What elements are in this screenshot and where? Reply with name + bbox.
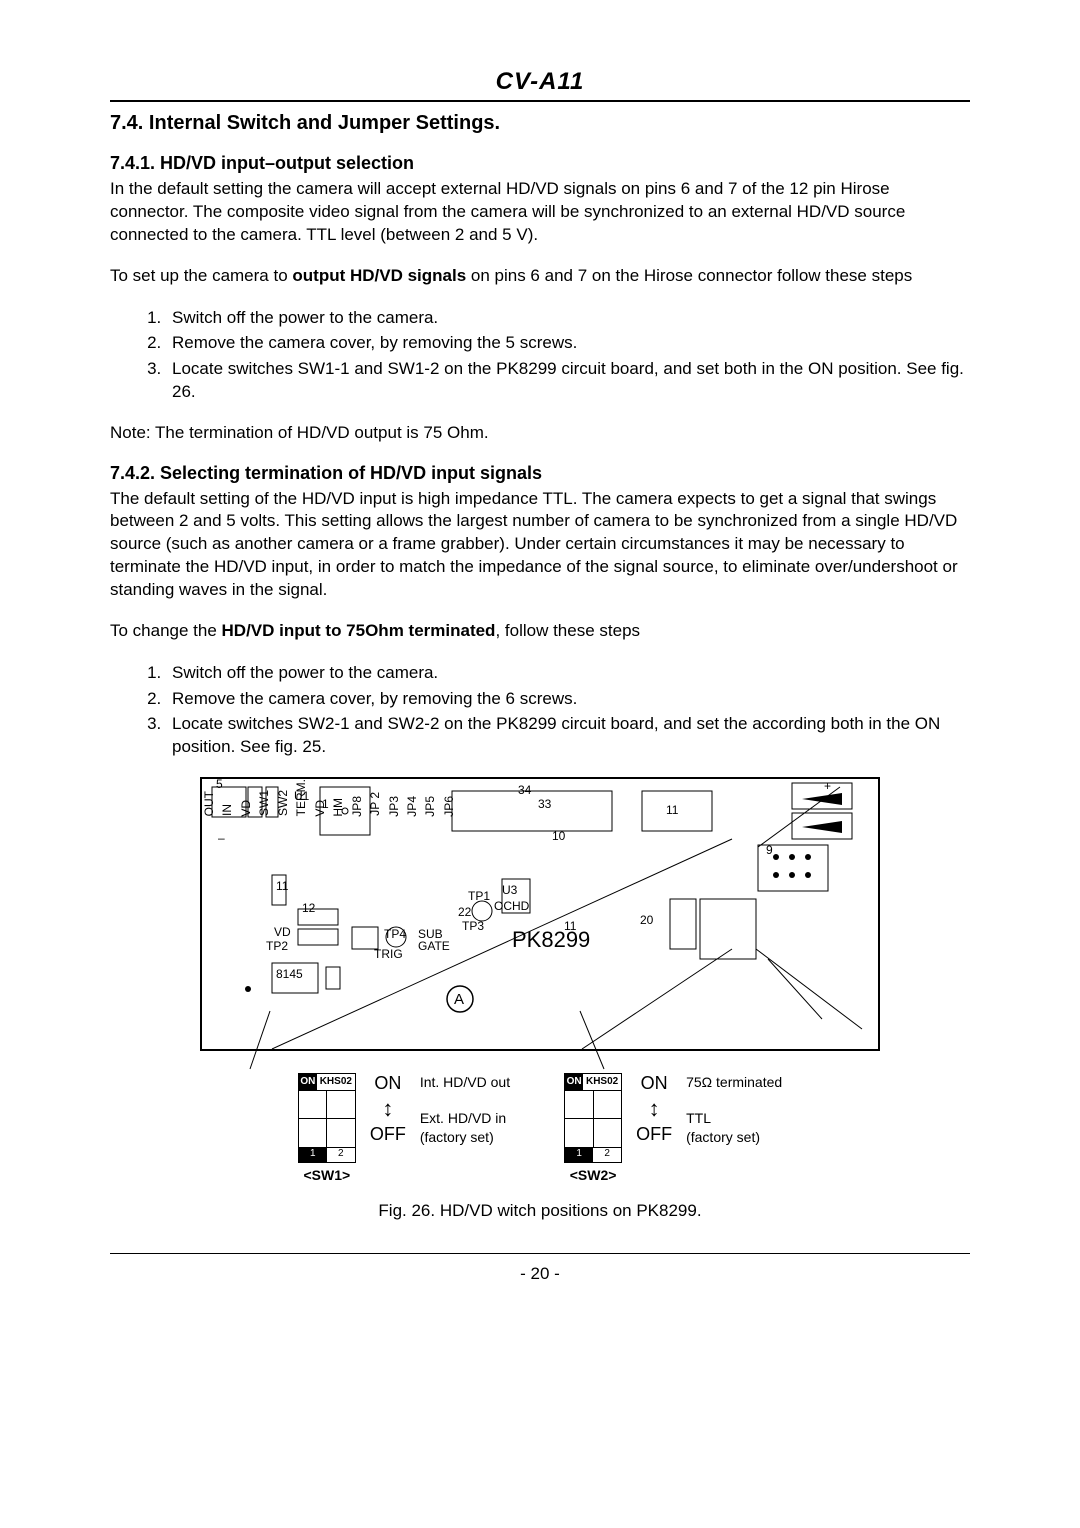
- page-number: - 20 -: [110, 1253, 970, 1284]
- pk8299-label: PK8299: [512, 927, 590, 953]
- jp3-label: JP3: [387, 796, 401, 817]
- pcb-diagram: PK8299 5 U1 34 33 11 10 11 12 VD TP2 TP1…: [200, 777, 880, 1051]
- para-7-4-1-b-post: on pins 6 and 7 on the Hirose connector …: [466, 266, 912, 285]
- para-7-4-2-b-pre: To change the: [110, 621, 222, 640]
- para-7-4-1-b-bold: output HD/VD signals: [292, 266, 466, 285]
- sw1-desc-bot1: Ext. HD/VD in: [420, 1109, 510, 1129]
- sw1-desc-bot2: (factory set): [420, 1128, 510, 1148]
- sw1-dip: ON KHS02 1 2: [298, 1073, 356, 1163]
- dip-num: 1: [565, 1148, 593, 1162]
- subsection-7-4-2-title: 7.4.2. Selecting termination of HD/VD in…: [110, 463, 970, 484]
- document-header: CV-A11: [110, 68, 970, 102]
- sw2-tag: SW2: [276, 790, 290, 816]
- section-title: 7.4. Internal Switch and Jumper Settings…: [110, 112, 970, 135]
- marker-20: 20: [640, 913, 653, 927]
- jp4-label: JP4: [405, 796, 419, 817]
- marker-tp3: TP3: [462, 919, 484, 933]
- marker-10: 10: [552, 829, 565, 843]
- marker-tp1: TP1: [468, 889, 490, 903]
- list-item: Switch off the power to the camera.: [166, 306, 970, 329]
- marker-11c: 11: [564, 919, 576, 933]
- marker-11b: 11: [276, 879, 288, 893]
- jp6-label: JP6: [442, 796, 456, 817]
- marker-gate: GATE: [418, 939, 450, 953]
- off-label: OFF: [636, 1124, 672, 1145]
- updown-arrow-icon: ↕: [649, 1098, 660, 1120]
- figure-26: PK8299 5 U1 34 33 11 10 11 12 VD TP2 TP1…: [200, 777, 880, 1221]
- sw1-tag: SW1: [257, 790, 271, 816]
- marker-vd: VD: [274, 925, 291, 939]
- jp5-label: JP5: [423, 796, 437, 817]
- subsection-7-4-1-title: 7.4.1. HD/VD input–output selection: [110, 153, 970, 174]
- marker-9: 9: [766, 843, 773, 857]
- para-7-4-2-b: To change the HD/VD input to 75Ohm termi…: [110, 620, 970, 643]
- para-7-4-1-a: In the default setting the camera will a…: [110, 178, 970, 247]
- dip-on-header: ON: [299, 1074, 317, 1090]
- vd-side-label: VD: [239, 800, 253, 817]
- para-7-4-2-a: The default setting of the HD/VD input i…: [110, 488, 970, 603]
- sw2-desc-bot1: TTL: [686, 1109, 782, 1129]
- sw2-desc-bot2: (factory set): [686, 1128, 782, 1148]
- jp2-label: JP 2: [368, 792, 382, 816]
- list-item: Locate switches SW1-1 and SW1-2 on the P…: [166, 357, 970, 404]
- marker-1: 1: [322, 797, 329, 811]
- sw2-onoff: ON ↕ OFF: [636, 1073, 672, 1145]
- sw1-label: <SW1>: [298, 1167, 356, 1183]
- marker-ochd: OCHD: [494, 899, 529, 913]
- marker-minus: –: [218, 831, 225, 845]
- dip-num: 2: [593, 1148, 621, 1162]
- hm-label: HM: [331, 798, 345, 817]
- sw2-desc-top: 75Ω terminated: [686, 1073, 782, 1093]
- marker-tp4: TP4: [384, 927, 406, 941]
- marker-33: 33: [538, 797, 551, 811]
- vd-out-label: OUT: [202, 791, 216, 816]
- para-7-4-1-b-pre: To set up the camera to: [110, 266, 292, 285]
- steps-7-4-1: Switch off the power to the camera. Remo…: [134, 306, 970, 404]
- marker-tp2: TP2: [266, 939, 288, 953]
- marker-12: 12: [302, 901, 315, 915]
- dip-num: 2: [327, 1148, 355, 1162]
- sw2-dip: ON KHS02 1 2: [564, 1073, 622, 1163]
- sw1-callout: ON KHS02 1 2 <SW1>: [298, 1073, 510, 1183]
- sw1-onoff: ON ↕ OFF: [370, 1073, 406, 1145]
- dip-khs-header: KHS02: [317, 1074, 355, 1090]
- marker-5: 5: [216, 777, 223, 791]
- dip-khs-header: KHS02: [583, 1074, 621, 1090]
- on-label: ON: [641, 1073, 668, 1094]
- sw2-desc: 75Ω terminated TTL (factory set): [686, 1073, 782, 1148]
- dip-on-header: ON: [565, 1074, 583, 1090]
- marker-A: A: [454, 991, 464, 1008]
- off-label: OFF: [370, 1124, 406, 1145]
- marker-trig: TRIG: [374, 947, 403, 961]
- figure-caption: Fig. 26. HD/VD witch positions on PK8299…: [200, 1201, 880, 1221]
- marker-8145: 8145: [276, 967, 303, 981]
- sw1-desc-top: Int. HD/VD out: [420, 1073, 510, 1093]
- marker-22: 22: [458, 905, 471, 919]
- marker-plus: +: [824, 779, 831, 793]
- list-item: Locate switches SW2-1 and SW2-2 on the P…: [166, 712, 970, 759]
- marker-u3: U3: [502, 883, 517, 897]
- note-7-4-1: Note: The termination of HD/VD output is…: [110, 422, 970, 445]
- para-7-4-1-b: To set up the camera to output HD/VD sig…: [110, 265, 970, 288]
- sw2-callout: ON KHS02 1 2 <SW2>: [564, 1073, 782, 1183]
- list-item: Remove the camera cover, by removing the…: [166, 331, 970, 354]
- term-label: TERM.: [294, 779, 308, 816]
- sw1-desc: Int. HD/VD out Ext. HD/VD in (factory se…: [420, 1073, 510, 1148]
- jp8-label: JP8: [350, 796, 364, 817]
- steps-7-4-2: Switch off the power to the camera. Remo…: [134, 661, 970, 759]
- updown-arrow-icon: ↕: [382, 1098, 393, 1120]
- para-7-4-2-b-bold: HD/VD input to 75Ohm terminated: [222, 621, 496, 640]
- dip-num: 1: [299, 1148, 327, 1162]
- list-item: Remove the camera cover, by removing the…: [166, 687, 970, 710]
- vd-in-label: IN: [220, 804, 234, 816]
- on-label: ON: [374, 1073, 401, 1094]
- marker-11: 11: [666, 803, 678, 817]
- list-item: Switch off the power to the camera.: [166, 661, 970, 684]
- para-7-4-2-b-post: , follow these steps: [495, 621, 640, 640]
- marker-34: 34: [518, 783, 531, 797]
- sw2-label: <SW2>: [564, 1167, 622, 1183]
